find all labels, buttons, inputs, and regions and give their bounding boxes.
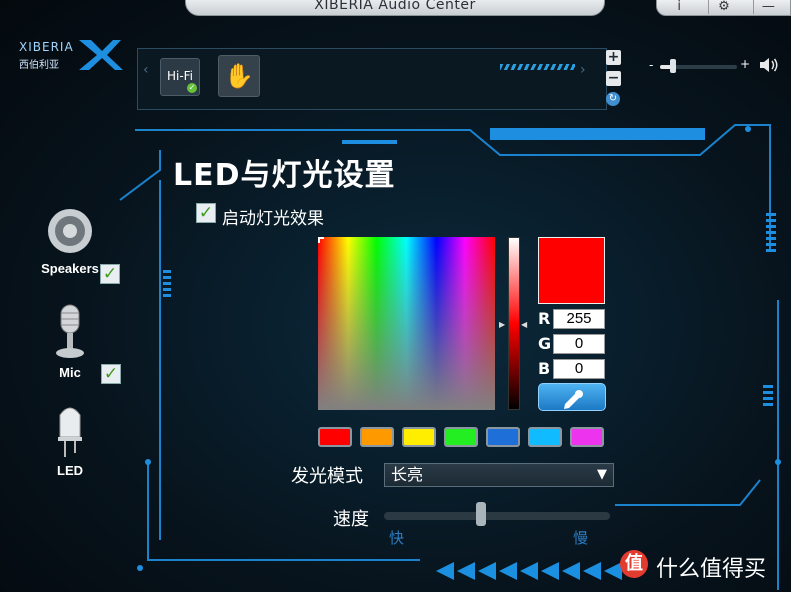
color-swatch[interactable] — [402, 427, 436, 447]
watermark-text: 什么值得买 — [656, 557, 767, 582]
sidebar-item-label: LED — [57, 463, 83, 478]
color-swatch[interactable] — [444, 427, 478, 447]
color-preview — [538, 237, 605, 304]
luminance-arrow-right-icon: ◀ — [521, 320, 528, 329]
sidebar-item-led[interactable]: LED — [20, 403, 120, 478]
blue-label: B — [538, 359, 551, 378]
mode-value: 长亮 — [391, 465, 424, 484]
luminance-slider[interactable] — [508, 237, 520, 410]
spectrum-cursor[interactable] — [318, 237, 324, 243]
arrow-left-icon — [541, 562, 559, 580]
color-swatch[interactable] — [486, 427, 520, 447]
enable-lighting-checkbox[interactable]: ✓ — [196, 203, 216, 223]
speed-slider[interactable] — [384, 512, 610, 520]
led-bulb-icon — [58, 407, 82, 457]
speaker-device-icon — [48, 209, 92, 253]
color-spectrum[interactable] — [318, 237, 495, 410]
arrow-left-icon — [436, 562, 454, 580]
luminance-arrow-left-icon: ▶ — [499, 320, 506, 329]
blue-input[interactable]: 0 — [553, 359, 605, 379]
arrow-left-icon — [562, 562, 580, 580]
arrow-left-icon — [499, 562, 517, 580]
watermark: 值 什么值得买 — [620, 550, 790, 582]
watermark-icon: 值 — [620, 550, 648, 578]
color-swatch[interactable] — [570, 427, 604, 447]
color-swatch[interactable] — [360, 427, 394, 447]
speakers-check-icon: ✓ — [100, 264, 120, 284]
speed-slow-label: 慢 — [573, 529, 589, 547]
enable-lighting-label: 启动灯光效果 — [222, 209, 324, 229]
speed-fast-label: 快 — [389, 529, 405, 547]
speed-label: 速度 — [333, 509, 369, 530]
microphone-icon — [56, 304, 84, 358]
page-title: LED与灯光设置 — [173, 158, 396, 193]
chevron-down-icon: ▼ — [597, 467, 607, 482]
red-label: R — [538, 309, 551, 328]
arrow-left-icon — [583, 562, 601, 580]
eyedropper-icon — [564, 390, 583, 409]
arrow-left-icon — [520, 562, 538, 580]
nav-arrows-decoration — [436, 562, 622, 580]
mode-select[interactable]: 长亮 ▼ — [384, 463, 614, 487]
mic-check-icon: ✓ — [101, 364, 121, 384]
color-swatch[interactable] — [318, 427, 352, 447]
color-swatch[interactable] — [528, 427, 562, 447]
green-input[interactable]: 0 — [553, 334, 605, 354]
red-input[interactable]: 255 — [553, 309, 605, 329]
mode-label: 发光模式 — [291, 466, 363, 487]
arrow-left-icon — [478, 562, 496, 580]
speed-thumb[interactable] — [476, 502, 486, 526]
green-label: G — [538, 334, 552, 353]
eyedropper-button[interactable] — [538, 383, 606, 411]
arrow-left-icon — [457, 562, 475, 580]
